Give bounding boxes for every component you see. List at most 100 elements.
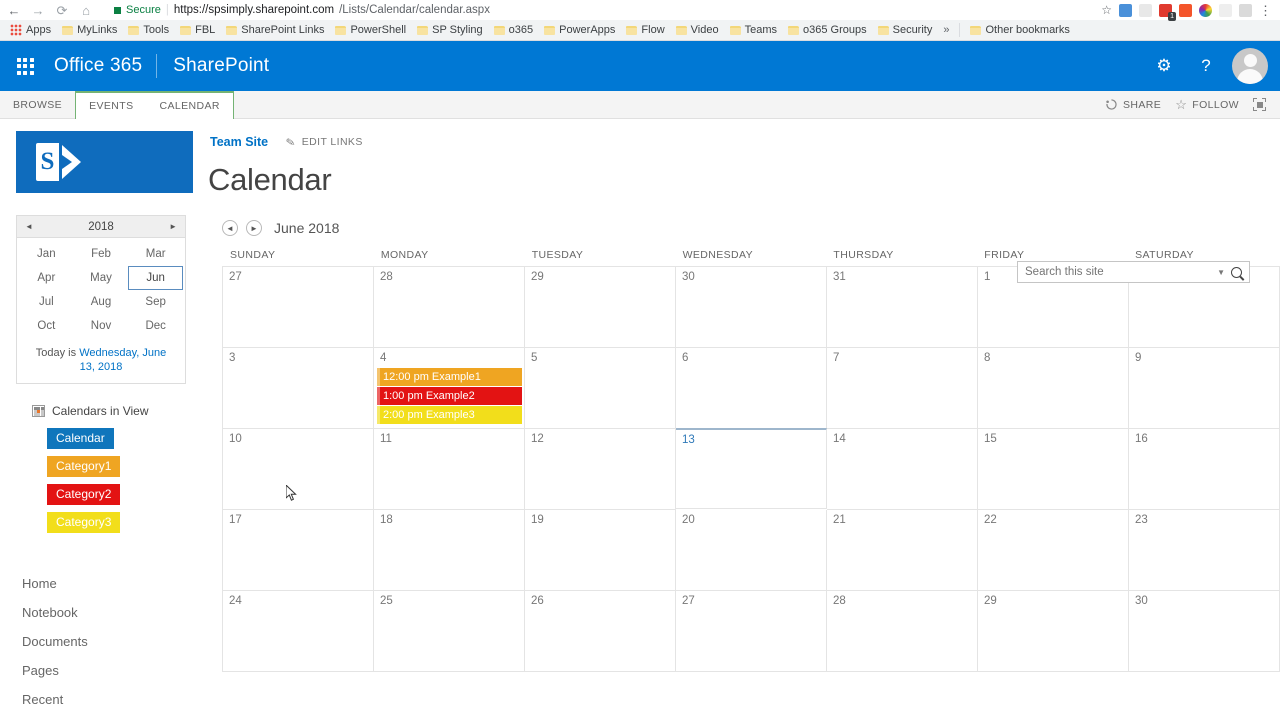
forward-icon[interactable]: → — [30, 4, 46, 17]
bookmark-security[interactable]: Security — [874, 23, 937, 37]
bookmark-sp-styling[interactable]: SP Styling — [413, 23, 487, 37]
day-cell[interactable]: 25 — [374, 591, 525, 672]
month-oct[interactable]: Oct — [19, 314, 74, 338]
bookmark-powershell[interactable]: PowerShell — [331, 23, 410, 37]
bookmark-star-icon[interactable]: ☆ — [1101, 3, 1112, 17]
day-cell[interactable]: 29 — [978, 591, 1129, 672]
chevron-down-icon[interactable]: ▼ — [1217, 268, 1225, 277]
bookmark-teams[interactable]: Teams — [726, 23, 781, 37]
day-cell-today[interactable]: 13 — [676, 428, 827, 509]
day-cell[interactable]: 11 — [374, 429, 525, 510]
day-cell[interactable]: 18 — [374, 510, 525, 591]
extension-icon-7[interactable] — [1239, 3, 1252, 17]
day-cell[interactable]: 21 — [827, 510, 978, 591]
app-launcher-icon[interactable] — [0, 41, 50, 91]
nav-item-pages[interactable]: Pages — [0, 656, 210, 685]
month-jul[interactable]: Jul — [19, 290, 74, 314]
day-cell[interactable]: 17 — [223, 510, 374, 591]
legend-chip-category1[interactable]: Category1 — [47, 456, 121, 477]
day-cell[interactable]: 31 — [827, 267, 978, 348]
reload-icon[interactable]: ⟳ — [54, 4, 70, 17]
day-cell[interactable]: 9 — [1129, 348, 1280, 429]
bookmark-sharepoint-links[interactable]: SharePoint Links — [222, 23, 328, 37]
bookmark-mylinks[interactable]: MyLinks — [58, 23, 121, 37]
day-cell[interactable]: 30 — [676, 267, 827, 348]
bookmark-video[interactable]: Video — [672, 23, 723, 37]
legend-chip-category3[interactable]: Category3 — [47, 512, 121, 533]
address-bar[interactable]: Secure | https://spsimply.sharepoint.com… — [106, 1, 1094, 19]
day-cell[interactable]: 15 — [978, 429, 1129, 510]
help-icon[interactable]: ? — [1188, 48, 1224, 84]
next-month-button[interactable]: ► — [246, 220, 262, 236]
day-cell[interactable]: 7 — [827, 348, 978, 429]
search-box[interactable]: ▼ — [1017, 261, 1250, 283]
bookmark-fbl[interactable]: FBL — [176, 23, 219, 37]
extension-icon-5[interactable] — [1199, 3, 1212, 17]
other-bookmarks[interactable]: Other bookmarks — [966, 23, 1073, 37]
month-apr[interactable]: Apr — [19, 266, 74, 290]
bookmark-tools[interactable]: Tools — [124, 23, 173, 37]
calendar-event[interactable]: 12:00 pm Example1 — [377, 368, 522, 386]
day-cell[interactable]: 3 — [223, 348, 374, 429]
day-cell[interactable]: 16 — [1129, 429, 1280, 510]
calendar-event[interactable]: 2:00 pm Example3 — [377, 406, 522, 424]
extension-icon-1[interactable] — [1119, 3, 1132, 17]
share-button[interactable]: SHARE — [1105, 98, 1161, 111]
legend-chip-calendar[interactable]: Calendar — [47, 428, 114, 449]
bookmark-o365[interactable]: o365 — [490, 23, 537, 37]
prev-year-icon[interactable]: ◄ — [25, 222, 33, 231]
month-sep[interactable]: Sep — [128, 290, 183, 314]
day-cell[interactable]: 19 — [525, 510, 676, 591]
day-cell[interactable]: 10 — [223, 429, 374, 510]
day-cell[interactable]: 5 — [525, 348, 676, 429]
bookmark-apps[interactable]: Apps — [6, 23, 55, 37]
today-link[interactable]: Wednesday, June 13, 2018 — [79, 347, 166, 373]
bookmark-o365-groups[interactable]: o365 Groups — [784, 23, 871, 37]
sharepoint-logo[interactable]: S — [16, 131, 193, 193]
tab-browse[interactable]: BROWSE — [0, 91, 75, 118]
extension-icon-6[interactable] — [1219, 3, 1232, 17]
tab-events[interactable]: EVENTS — [76, 93, 146, 119]
legend-chip-category2[interactable]: Category2 — [47, 484, 121, 505]
search-input[interactable] — [1025, 266, 1212, 278]
prev-month-button[interactable]: ◄ — [222, 220, 238, 236]
day-cell[interactable]: 28 — [827, 591, 978, 672]
nav-item-home[interactable]: Home — [0, 569, 210, 598]
day-cell[interactable]: 30 — [1129, 591, 1280, 672]
day-cell[interactable]: 14 — [827, 429, 978, 510]
extension-icon-2[interactable] — [1139, 3, 1152, 17]
nav-item-notebook[interactable]: Notebook — [0, 598, 210, 627]
edit-links-button[interactable]: ✎ EDIT LINKS — [285, 136, 363, 149]
month-feb[interactable]: Feb — [74, 242, 129, 266]
search-icon[interactable] — [1231, 266, 1242, 278]
next-year-icon[interactable]: ► — [169, 222, 177, 231]
day-cell[interactable]: 24 — [223, 591, 374, 672]
nav-item-documents[interactable]: Documents — [0, 627, 210, 656]
day-cell[interactable]: 27 — [676, 591, 827, 672]
day-cell-with-events[interactable]: 4 12:00 pm Example1 1:00 pm Example2 2:0… — [374, 348, 525, 429]
day-cell[interactable]: 22 — [978, 510, 1129, 591]
suite-brand[interactable]: Office 365 — [50, 55, 156, 77]
day-cell[interactable]: 6 — [676, 348, 827, 429]
nav-item-powerapptest[interactable]: PowerAppTest — [0, 714, 210, 720]
month-may[interactable]: May — [74, 266, 129, 290]
suite-app-name[interactable]: SharePoint — [157, 55, 269, 77]
tab-calendar[interactable]: CALENDAR — [147, 93, 233, 119]
day-cell[interactable]: 12 — [525, 429, 676, 510]
day-cell[interactable]: 23 — [1129, 510, 1280, 591]
bookmark-flow[interactable]: Flow — [622, 23, 668, 37]
focus-on-content-icon[interactable] — [1253, 98, 1266, 111]
follow-button[interactable]: ☆ FOLLOW — [1175, 97, 1239, 113]
extension-icon-3[interactable]: 1 — [1159, 3, 1176, 21]
day-cell[interactable]: 26 — [525, 591, 676, 672]
bookmarks-overflow-icon[interactable]: » — [939, 24, 953, 36]
breadcrumb[interactable]: Team Site — [210, 135, 268, 149]
day-cell[interactable]: 27 — [223, 267, 374, 348]
browser-menu-icon[interactable]: ⋮ — [1259, 4, 1272, 17]
day-cell[interactable]: 8 — [978, 348, 1129, 429]
bookmark-powerapps[interactable]: PowerApps — [540, 23, 619, 37]
month-jan[interactable]: Jan — [19, 242, 74, 266]
day-cell[interactable]: 20 — [676, 510, 827, 591]
extension-icon-4[interactable] — [1179, 3, 1192, 17]
avatar[interactable] — [1232, 48, 1268, 84]
